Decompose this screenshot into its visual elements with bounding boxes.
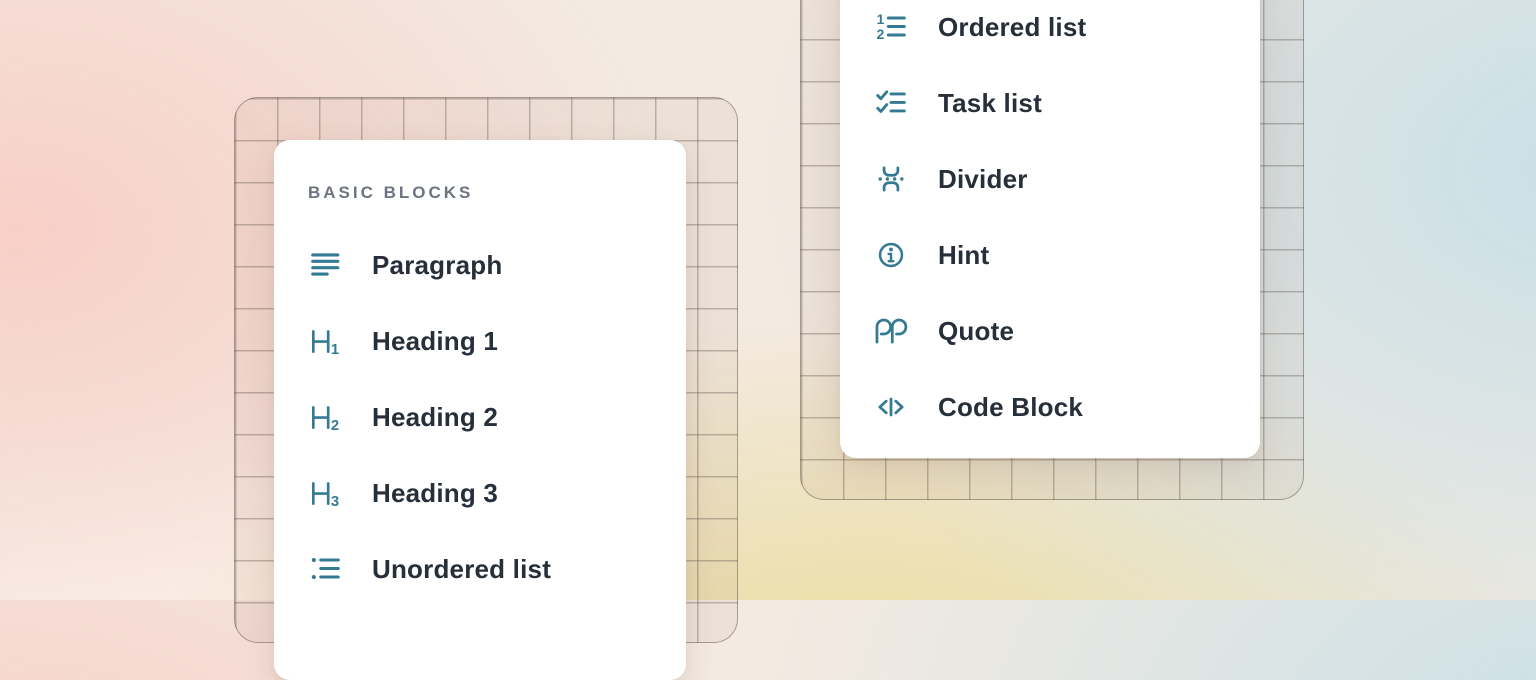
heading-3-icon: 3	[308, 476, 342, 510]
task-list-icon	[874, 86, 908, 120]
divider-icon	[874, 162, 908, 196]
heading-2-icon: 2	[308, 400, 342, 434]
paragraph-icon	[308, 248, 342, 282]
ordered-list-icon: 1 2	[874, 10, 908, 44]
svg-text:2: 2	[877, 26, 885, 42]
menu-item-label: Code Block	[938, 392, 1083, 423]
svg-text:1: 1	[877, 11, 885, 27]
menu-item-label: Ordered list	[938, 12, 1086, 43]
unordered-list-icon	[308, 552, 342, 586]
svg-text:1: 1	[331, 342, 339, 358]
menu-item-heading-2[interactable]: 2 Heading 2	[308, 379, 652, 455]
svg-text:3: 3	[331, 494, 339, 510]
svg-text:2: 2	[331, 418, 339, 434]
quote-icon	[874, 314, 908, 348]
menu-item-label: Divider	[938, 164, 1028, 195]
menu-item-label: Heading 3	[372, 478, 498, 509]
menu-item-divider[interactable]: Divider	[874, 141, 1226, 217]
menu-item-code-block[interactable]: Code Block	[874, 369, 1226, 445]
menu-item-paragraph[interactable]: Paragraph	[308, 227, 652, 303]
menu-item-unordered-list[interactable]: Unordered list	[308, 531, 652, 607]
menu-item-quote[interactable]: Quote	[874, 293, 1226, 369]
menu-item-label: Paragraph	[372, 250, 502, 281]
menu-item-heading-3[interactable]: 3 Heading 3	[308, 455, 652, 531]
menu-item-label: Hint	[938, 240, 989, 271]
menu-item-label: Heading 2	[372, 402, 498, 433]
menu-item-heading-1[interactable]: 1 Heading 1	[308, 303, 652, 379]
heading-1-icon: 1	[308, 324, 342, 358]
hint-icon	[874, 238, 908, 272]
code-block-icon	[874, 390, 908, 424]
menu-item-ordered-list[interactable]: 1 2 Ordered list	[874, 0, 1226, 65]
menu-item-label: Task list	[938, 88, 1042, 119]
menu-item-label: Heading 1	[372, 326, 498, 357]
menu-item-task-list[interactable]: Task list	[874, 65, 1226, 141]
menu-item-label: Unordered list	[372, 554, 551, 585]
menu-item-hint[interactable]: Hint	[874, 217, 1226, 293]
blocks-menu-continued: 1 2 Ordered list Task list Divider	[840, 0, 1260, 458]
menu-item-label: Quote	[938, 316, 1014, 347]
section-label: BASIC BLOCKS	[308, 182, 652, 203]
basic-blocks-menu: BASIC BLOCKS Paragraph 1 Heading 1 2 Hea…	[274, 140, 686, 680]
page-background: { "theme": { "accent_teal": "#337a92", "…	[0, 0, 1536, 600]
